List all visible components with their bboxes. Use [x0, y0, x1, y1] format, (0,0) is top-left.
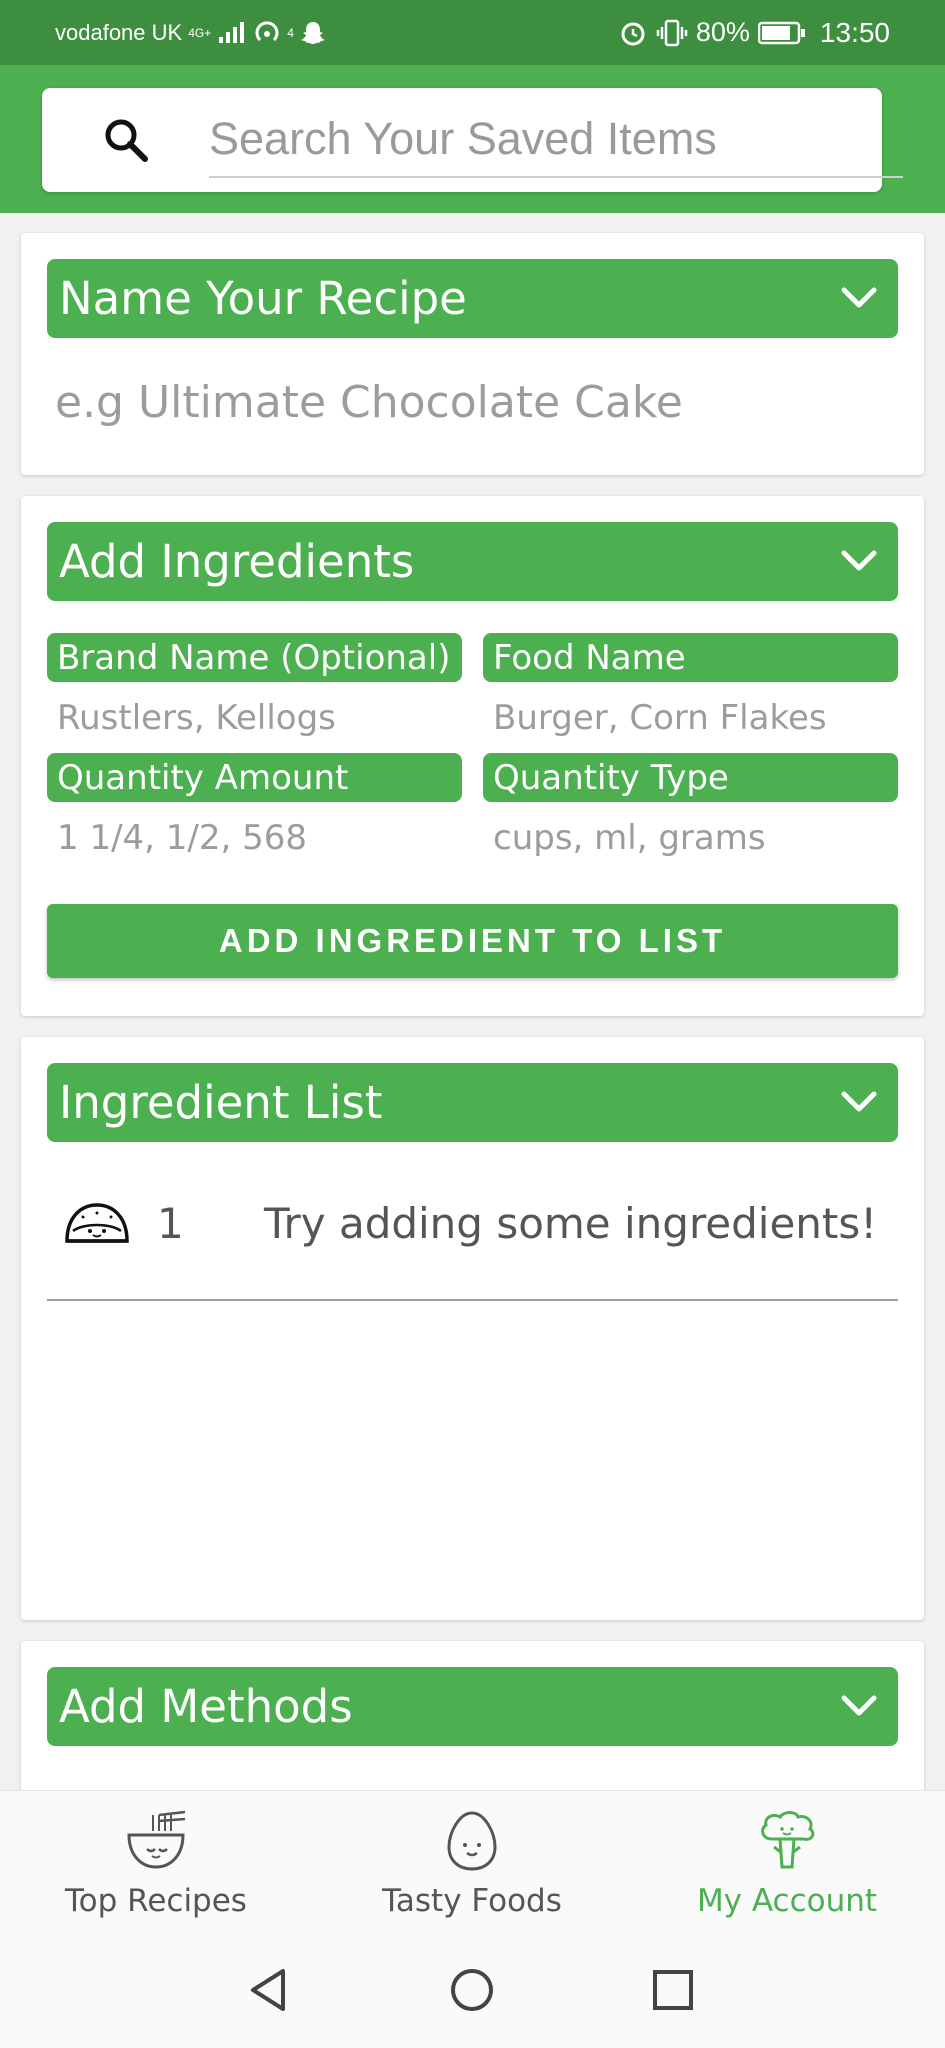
- add-ingredient-button[interactable]: ADD INGREDIENT TO LIST: [47, 904, 898, 978]
- signal-icon: [219, 21, 245, 43]
- add-ingredients-card: Add Ingredients Brand Name (Optional) Fo…: [21, 496, 924, 1016]
- network-type: 4G+: [188, 25, 212, 40]
- hotspot-count: 4: [287, 25, 294, 40]
- nav-top-recipes[interactable]: Top Recipes: [36, 1791, 276, 1936]
- ingredient-list-card: Ingredient List 1 Try adding some ingred…: [21, 1037, 924, 1620]
- battery-icon: [757, 21, 805, 44]
- status-left: vodafone UK 4G+ 4: [55, 20, 326, 46]
- quantity-type-input[interactable]: [493, 810, 893, 866]
- quantity-type-label: Quantity Type: [483, 753, 898, 802]
- nav-top-recipes-label: Top Recipes: [65, 1883, 247, 1919]
- egg-icon: [447, 1811, 497, 1871]
- add-methods-header[interactable]: Add Methods: [47, 1667, 898, 1746]
- chevron-down-icon[interactable]: [840, 547, 878, 575]
- bottom-navigation: Top Recipes Tasty Foods My Account: [0, 1790, 945, 1935]
- recipe-name-input[interactable]: [55, 367, 885, 437]
- status-right: 80% 13:50: [618, 17, 890, 49]
- food-name-label: Food Name: [483, 633, 898, 682]
- home-icon[interactable]: [447, 1965, 497, 2015]
- recipe-name-header[interactable]: Name Your Recipe: [47, 259, 898, 338]
- system-navigation-bar: [0, 1935, 945, 2048]
- taco-icon: [65, 1203, 129, 1243]
- ingredient-list-title: Ingredient List: [59, 1076, 383, 1129]
- brand-name-input[interactable]: [57, 690, 457, 746]
- snapchat-icon: [300, 21, 325, 44]
- hotspot-icon: [255, 20, 279, 41]
- quantity-amount-input[interactable]: [57, 810, 457, 866]
- recents-icon[interactable]: [648, 1965, 698, 2015]
- app-header: [0, 65, 945, 213]
- add-methods-card: Add Methods: [21, 1641, 924, 1801]
- search-icon[interactable]: [102, 116, 150, 164]
- ingredient-list-header[interactable]: Ingredient List: [47, 1063, 898, 1142]
- list-item[interactable]: 1 Try adding some ingredients!: [47, 1187, 898, 1287]
- nav-tasty-foods[interactable]: Tasty Foods: [352, 1791, 592, 1936]
- ingredient-number: 1: [157, 1199, 184, 1248]
- add-methods-title: Add Methods: [59, 1680, 353, 1733]
- brand-name-label: Brand Name (Optional): [47, 633, 462, 682]
- ingredient-text: Try adding some ingredients!: [264, 1199, 878, 1248]
- back-icon[interactable]: [245, 1965, 295, 2015]
- recipe-name-title: Name Your Recipe: [59, 272, 467, 325]
- broccoli-icon: [761, 1811, 815, 1869]
- battery-percent: 80%: [695, 17, 750, 47]
- add-ingredients-title: Add Ingredients: [59, 535, 415, 588]
- vibrate-icon: [656, 19, 688, 46]
- chevron-down-icon[interactable]: [840, 284, 878, 312]
- chevron-down-icon[interactable]: [840, 1088, 878, 1116]
- ramen-bowl-icon: [127, 1810, 186, 1869]
- add-ingredients-header[interactable]: Add Ingredients: [47, 522, 898, 601]
- food-name-input[interactable]: [493, 690, 893, 746]
- quantity-amount-label: Quantity Amount: [47, 753, 462, 802]
- nav-my-account-label: My Account: [696, 1883, 878, 1919]
- clock: 13:50: [819, 16, 890, 48]
- nav-my-account[interactable]: My Account: [667, 1791, 907, 1936]
- list-divider: [47, 1299, 898, 1301]
- search-input[interactable]: [209, 102, 903, 178]
- status-bar: vodafone UK 4G+ 4 80% 13:50: [0, 0, 945, 65]
- recipe-name-card: Name Your Recipe: [21, 233, 924, 475]
- search-bar[interactable]: [42, 88, 903, 192]
- carrier-name: vodafone UK: [55, 19, 183, 45]
- nav-tasty-foods-label: Tasty Foods: [382, 1883, 562, 1919]
- chevron-down-icon[interactable]: [840, 1692, 878, 1720]
- alarm-icon: [621, 22, 645, 45]
